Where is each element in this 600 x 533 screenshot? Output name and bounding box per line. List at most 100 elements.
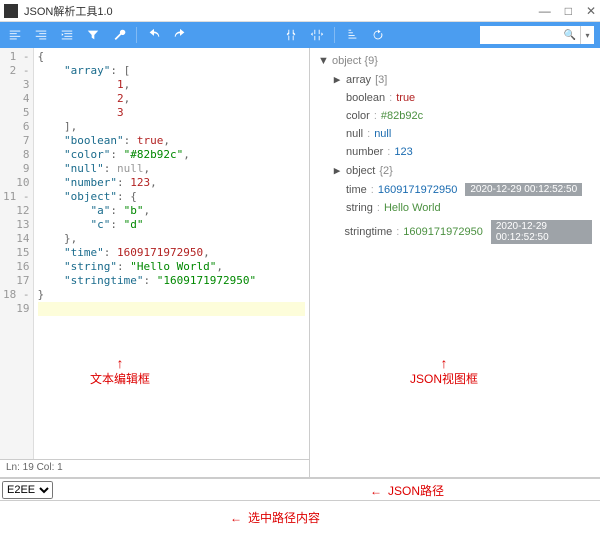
tree-key: number <box>346 146 383 158</box>
tree-item[interactable]: null : null <box>332 125 592 143</box>
refresh-icon[interactable] <box>369 26 387 44</box>
code-line[interactable]: { <box>38 50 306 64</box>
code-line[interactable]: 3 <box>38 106 306 120</box>
line-number: 4 <box>3 92 30 106</box>
code-line[interactable]: ], <box>38 120 306 134</box>
code-line[interactable]: "c": "d" <box>38 218 306 232</box>
align-right-icon[interactable] <box>32 26 50 44</box>
code-line[interactable]: 2, <box>38 92 306 106</box>
redo-icon[interactable] <box>171 26 189 44</box>
tree-item[interactable]: boolean : true <box>332 89 592 107</box>
expand-icon[interactable] <box>308 26 326 44</box>
code-line[interactable]: "number": 123, <box>38 176 306 190</box>
align-left-icon[interactable] <box>6 26 24 44</box>
line-number: 17 <box>3 274 30 288</box>
line-gutter: 1 -2 -3 4 5 6 7 8 9 10 11 -12 13 14 15 1… <box>0 48 34 459</box>
titlebar: JSON解析工具1.0 — □ ✕ <box>0 0 600 22</box>
json-tree-pane[interactable]: ▼ object {9} ▶array [3]boolean : truecolo… <box>310 48 600 477</box>
expand-toggle[interactable]: ▶ <box>332 73 342 86</box>
tree-key: object <box>346 165 375 177</box>
tree-value: 1609171972950 <box>403 226 483 238</box>
tree-item[interactable]: ▶ object {2} <box>332 161 592 180</box>
expand-toggle[interactable]: ▶ <box>332 164 342 177</box>
json-path-row: E2EE ←JSON路径 <box>0 479 600 501</box>
tree-key: stringtime <box>345 226 393 238</box>
tree-value: #82b92c <box>381 110 423 122</box>
code-text[interactable]: { "array": [ 1, 2, 3 ], "boolean": true,… <box>34 48 310 459</box>
code-line[interactable]: "null": null, <box>38 162 306 176</box>
code-line[interactable]: "boolean": true, <box>38 134 306 148</box>
tree-item[interactable]: time : 16091719729502020-12-29 00:12:52:… <box>332 180 592 199</box>
code-line[interactable] <box>38 302 306 316</box>
tree-value: Hello World <box>384 202 441 214</box>
sort-icon[interactable] <box>343 26 361 44</box>
timestamp-badge: 2020-12-29 00:12:52:50 <box>465 183 582 196</box>
tree-key: time <box>346 184 367 196</box>
line-number: 5 <box>3 106 30 120</box>
tree-key: boolean <box>346 92 385 104</box>
toolbar: 🔍 ▾ <box>0 22 600 48</box>
line-number: 7 <box>3 134 30 148</box>
window-title: JSON解析工具1.0 <box>24 3 539 19</box>
tree-meta: [3] <box>375 74 387 86</box>
line-number: 2 - <box>3 64 30 78</box>
code-line[interactable]: "object": { <box>38 190 306 204</box>
line-number: 14 <box>3 232 30 246</box>
tree-item[interactable]: ▶array [3] <box>332 70 592 89</box>
undo-icon[interactable] <box>145 26 163 44</box>
code-line[interactable]: "string": "Hello World", <box>38 260 306 274</box>
tree-item[interactable]: number : 123 <box>332 143 592 161</box>
main-area: 1 -2 -3 4 5 6 7 8 9 10 11 -12 13 14 15 1… <box>0 48 600 478</box>
filter-icon[interactable] <box>84 26 102 44</box>
maximize-button[interactable]: □ <box>565 4 572 18</box>
text-editor-pane: 1 -2 -3 4 5 6 7 8 9 10 11 -12 13 14 15 1… <box>0 48 310 477</box>
tree-value: 123 <box>394 146 412 158</box>
toolbar-separator <box>136 27 137 43</box>
bottom-panel: E2EE ←JSON路径 ←选中路径内容 <box>0 478 600 533</box>
arrow-left-icon: ← <box>230 511 242 525</box>
line-number: 16 <box>3 260 30 274</box>
timestamp-badge: 2020-12-29 00:12:52:50 <box>491 220 592 244</box>
close-button[interactable]: ✕ <box>586 4 596 18</box>
line-number: 8 <box>3 148 30 162</box>
annotation-path: ←JSON路径 <box>370 482 444 499</box>
line-number: 13 <box>3 218 30 232</box>
line-number: 6 <box>3 120 30 134</box>
code-line[interactable]: "stringtime": "1609171972950" <box>38 274 306 288</box>
tree-root-label: object {9} <box>332 55 378 67</box>
tree-item[interactable]: string : Hello World <box>332 199 592 217</box>
code-area[interactable]: 1 -2 -3 4 5 6 7 8 9 10 11 -12 13 14 15 1… <box>0 48 309 459</box>
selected-content-row: ←选中路径内容 <box>0 501 600 533</box>
indent-icon[interactable] <box>58 26 76 44</box>
tree-item[interactable]: color : #82b92c <box>332 107 592 125</box>
annotation-content: ←选中路径内容 <box>230 509 320 526</box>
line-number: 9 <box>3 162 30 176</box>
collapse-toggle[interactable]: ▼ <box>318 55 328 67</box>
annotation-tree: ↑ JSON视图框 <box>410 358 478 387</box>
code-line[interactable]: 1, <box>38 78 306 92</box>
code-line[interactable]: }, <box>38 232 306 246</box>
code-line[interactable]: } <box>38 288 306 302</box>
code-line[interactable]: "array": [ <box>38 64 306 78</box>
tree-item[interactable]: stringtime : 16091719729502020-12-29 00:… <box>332 217 592 247</box>
line-number: 15 <box>3 246 30 260</box>
search-icon: 🔍 <box>564 30 576 41</box>
path-select[interactable]: E2EE <box>2 481 53 499</box>
tree-root[interactable]: ▼ object {9} <box>318 52 592 70</box>
line-number: 11 - <box>3 190 30 204</box>
tree-value: null <box>374 128 391 140</box>
collapse-icon[interactable] <box>282 26 300 44</box>
editor-statusbar: Ln: 19 Col: 1 <box>0 459 309 477</box>
window-controls: — □ ✕ <box>539 4 596 18</box>
code-line[interactable]: "color": "#82b92c", <box>38 148 306 162</box>
app-icon <box>4 4 18 18</box>
line-number: 19 <box>3 302 30 316</box>
wrench-icon[interactable] <box>110 26 128 44</box>
tree-value: 1609171972950 <box>378 184 458 196</box>
minimize-button[interactable]: — <box>539 4 551 18</box>
search-dropdown-button[interactable]: ▾ <box>580 26 594 44</box>
code-line[interactable]: "a": "b", <box>38 204 306 218</box>
tree-meta: {2} <box>379 165 392 177</box>
line-number: 18 - <box>3 288 30 302</box>
code-line[interactable]: "time": 1609171972950, <box>38 246 306 260</box>
